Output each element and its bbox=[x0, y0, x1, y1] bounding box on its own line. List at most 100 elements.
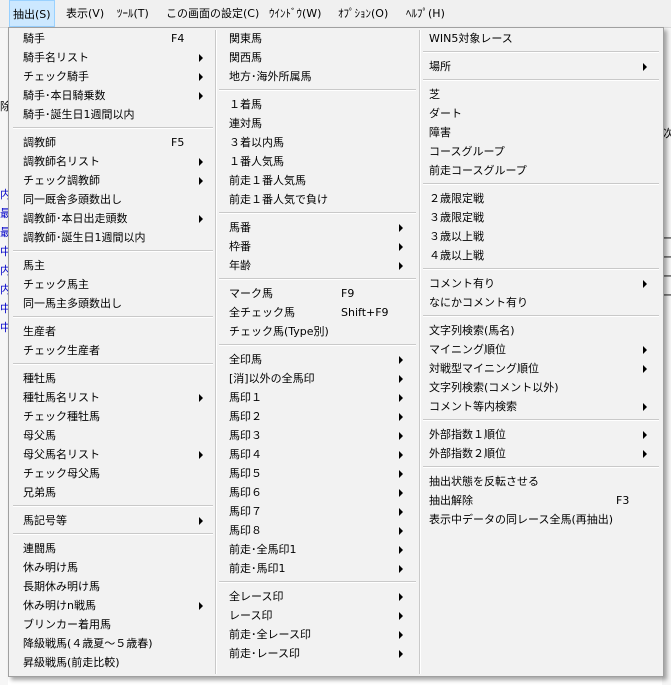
menu-item[interactable]: ３歳以上戦 bbox=[429, 227, 647, 246]
menu-extract[interactable]: 抽出(S) bbox=[9, 0, 55, 27]
menu-item[interactable]: 対戦型マイニング順位 bbox=[429, 359, 647, 378]
menu-item[interactable]: ２歳限定戦 bbox=[429, 189, 647, 208]
menu-item[interactable]: 休み明けn戦馬 bbox=[23, 596, 203, 615]
menu-item-label: 調教師 bbox=[23, 136, 56, 149]
menu-item-label: 同一厩舎多頭数出し bbox=[23, 193, 122, 206]
menu-item[interactable]: 前走コースグループ bbox=[429, 161, 647, 180]
menu-item[interactable]: 降級戦馬(４歳夏～５歳春) bbox=[23, 634, 203, 653]
menu-item[interactable]: マイニング順位 bbox=[429, 340, 647, 359]
menu-item[interactable]: 調教師名リスト bbox=[23, 152, 203, 171]
menu-item[interactable]: 前走１番人気馬 bbox=[229, 171, 403, 190]
menu-item[interactable]: ３歳限定戦 bbox=[429, 208, 647, 227]
menu-item[interactable]: 障害 bbox=[429, 123, 647, 142]
menu-item[interactable]: 馬主 bbox=[23, 256, 203, 275]
menu-item[interactable]: 芝 bbox=[429, 85, 647, 104]
menu-item[interactable]: 前走･レース印 bbox=[229, 644, 403, 663]
menu-item[interactable]: レース印 bbox=[229, 606, 403, 625]
menu-item[interactable]: 全チェック馬 Shift+F9 bbox=[229, 303, 403, 322]
menu-item[interactable]: 前走･全レース印 bbox=[229, 625, 403, 644]
menu-item[interactable]: 表示中データの同レース全馬(再抽出) bbox=[429, 510, 647, 529]
menu-item[interactable]: 馬印３ bbox=[229, 426, 403, 445]
menu-item[interactable]: 騎手･本日騎乗数 bbox=[23, 86, 203, 105]
menu-item[interactable]: 連対馬 bbox=[229, 114, 403, 133]
menu-item[interactable]: チェック種牡馬 bbox=[23, 407, 203, 426]
menu-item[interactable]: 文字列検索(コメント以外) bbox=[429, 378, 647, 397]
menu-item[interactable]: 連闘馬 bbox=[23, 539, 203, 558]
menu-separator bbox=[423, 183, 659, 185]
menu-item[interactable]: ブリンカー着用馬 bbox=[23, 615, 203, 634]
menu-item-label: 種牡馬 bbox=[23, 372, 56, 385]
menu-item[interactable]: チェック生産者 bbox=[23, 341, 203, 360]
menu-item[interactable]: 馬記号等 bbox=[23, 511, 203, 530]
menu-window[interactable]: ｳｲﾝﾄﾞｳ(W) bbox=[266, 0, 324, 27]
menu-item[interactable]: １番人気馬 bbox=[229, 152, 403, 171]
menu-item[interactable]: 調教師･本日出走頭数 bbox=[23, 209, 203, 228]
menu-item[interactable]: 馬印７ bbox=[229, 502, 403, 521]
menu-item[interactable]: 騎手･誕生日1週間以内 bbox=[23, 105, 203, 124]
menu-item[interactable]: 騎手名リスト bbox=[23, 48, 203, 67]
menu-screen-settings[interactable]: この画面の設定(C) bbox=[163, 0, 262, 27]
menu-item[interactable]: コメント有り bbox=[429, 274, 647, 293]
menu-item[interactable]: コメント等内検索 bbox=[429, 397, 647, 416]
menu-item[interactable]: 同一厩舎多頭数出し bbox=[23, 190, 203, 209]
menu-item[interactable]: [消]以外の全馬印 bbox=[229, 369, 403, 388]
menu-item[interactable]: 馬印４ bbox=[229, 445, 403, 464]
menu-item[interactable]: 全印馬 bbox=[229, 350, 403, 369]
menu-item[interactable]: 騎手 F4 bbox=[23, 29, 203, 48]
menu-item[interactable]: 調教師 F5 bbox=[23, 133, 203, 152]
menu-item[interactable]: チェック調教師 bbox=[23, 171, 203, 190]
menu-help[interactable]: ﾍﾙﾌﾟ(H) bbox=[403, 0, 448, 27]
menu-item[interactable]: 全レース印 bbox=[229, 587, 403, 606]
submenu-arrow-icon bbox=[643, 365, 647, 373]
menu-item[interactable]: 外部指数１順位 bbox=[429, 425, 647, 444]
menu-item[interactable]: 昇級戦馬(前走比較) bbox=[23, 653, 203, 672]
menu-item[interactable]: コースグループ bbox=[429, 142, 647, 161]
menu-item[interactable]: 同一馬主多頭数出し bbox=[23, 294, 203, 313]
menu-item[interactable]: チェック騎手 bbox=[23, 67, 203, 86]
menu-item[interactable]: ４歳以上戦 bbox=[429, 246, 647, 265]
menu-item[interactable]: 年齢 bbox=[229, 256, 403, 275]
menu-item[interactable]: 馬印８ bbox=[229, 521, 403, 540]
menu-item[interactable]: 種牡馬 bbox=[23, 369, 203, 388]
menu-item[interactable]: 母父馬名リスト bbox=[23, 445, 203, 464]
menu-item[interactable]: 馬印２ bbox=[229, 407, 403, 426]
menu-item[interactable]: チェック母父馬 bbox=[23, 464, 203, 483]
menu-item-label: 全チェック馬 bbox=[229, 306, 295, 319]
menu-item[interactable]: 種牡馬名リスト bbox=[23, 388, 203, 407]
menu-item[interactable]: ダート bbox=[429, 104, 647, 123]
menu-item[interactable]: 前走１番人気で負け bbox=[229, 190, 403, 209]
menu-item[interactable]: 地方･海外所属馬 bbox=[229, 67, 403, 86]
submenu-arrow-icon bbox=[399, 413, 403, 421]
menu-item[interactable]: チェック馬主 bbox=[23, 275, 203, 294]
menu-item[interactable]: 前走･馬印1 bbox=[229, 559, 403, 578]
menu-item[interactable]: 抽出解除 F3 bbox=[429, 491, 647, 510]
menu-item[interactable]: 兄弟馬 bbox=[23, 483, 203, 502]
menu-item[interactable]: １着馬 bbox=[229, 95, 403, 114]
menu-item[interactable]: 文字列検索(馬名) bbox=[429, 321, 647, 340]
menu-item[interactable]: マーク馬 F9 bbox=[229, 284, 403, 303]
menu-item[interactable]: 前走･全馬印1 bbox=[229, 540, 403, 559]
menu-item[interactable]: 母父馬 bbox=[23, 426, 203, 445]
menu-item[interactable]: 馬番 bbox=[229, 218, 403, 237]
menu-item[interactable]: 馬印５ bbox=[229, 464, 403, 483]
menu-item[interactable]: 生産者 bbox=[23, 322, 203, 341]
menu-item-label: 馬記号等 bbox=[23, 514, 67, 527]
menu-item[interactable]: チェック馬(Type別) bbox=[229, 322, 403, 341]
menu-item[interactable]: 抽出状態を反転させる bbox=[429, 472, 647, 491]
menu-item[interactable]: 休み明け馬 bbox=[23, 558, 203, 577]
menu-item[interactable]: WIN5対象レース bbox=[429, 29, 647, 48]
menu-item[interactable]: 場所 bbox=[429, 57, 647, 76]
menu-item[interactable]: 長期休み明け馬 bbox=[23, 577, 203, 596]
menu-item[interactable]: なにかコメント有り bbox=[429, 293, 647, 312]
menu-item[interactable]: 関西馬 bbox=[229, 48, 403, 67]
menu-item[interactable]: ３着以内馬 bbox=[229, 133, 403, 152]
menu-item[interactable]: 馬印１ bbox=[229, 388, 403, 407]
menu-options[interactable]: ｵﾌﾟｼｮﾝ(O) bbox=[335, 0, 391, 27]
menu-item[interactable]: 調教師･誕生日1週間以内 bbox=[23, 228, 203, 247]
menu-view[interactable]: 表示(V) bbox=[63, 0, 107, 27]
menu-item[interactable]: 外部指数２順位 bbox=[429, 444, 647, 463]
menu-item[interactable]: 馬印６ bbox=[229, 483, 403, 502]
menu-tools[interactable]: ﾂｰﾙ(T) bbox=[114, 0, 152, 27]
menu-item[interactable]: 関東馬 bbox=[229, 29, 403, 48]
menu-item[interactable]: 枠番 bbox=[229, 237, 403, 256]
